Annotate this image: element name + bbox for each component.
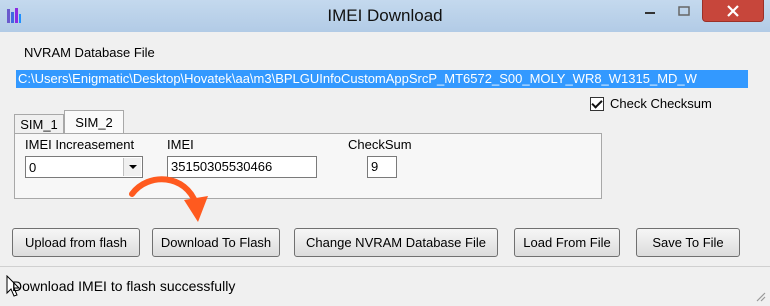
title-bar[interactable]: IMEI Download [0,0,770,32]
sim-tab-panel: IMEI Increasement 0 IMEI 35150305530466 … [14,133,602,199]
minimize-button[interactable] [634,0,666,22]
checksum-input[interactable]: 9 [367,156,397,178]
imei-label: IMEI [167,137,194,152]
status-message: Download IMEI to flash successfully [12,278,236,294]
annotation-arrow-icon [129,176,208,222]
imei-increasement-value: 0 [29,160,37,175]
resize-grip-icon[interactable] [754,290,766,302]
check-checksum-checkbox[interactable] [590,96,604,111]
save-to-file-button[interactable]: Save To File [636,228,740,257]
checksum-label: CheckSum [348,137,412,152]
maximize-button[interactable] [668,0,700,22]
imei-increasement-label: IMEI Increasement [25,137,135,152]
close-icon [727,4,739,17]
load-from-file-button[interactable]: Load From File [514,228,620,257]
change-nvram-database-file-button[interactable]: Change NVRAM Database File [294,228,498,257]
tab-sim-1[interactable]: SIM_1 [14,114,64,134]
tab-sim-2[interactable]: SIM_2 [64,110,124,134]
maximize-icon [678,6,690,16]
check-checksum-option[interactable]: Check Checksum [590,96,712,111]
close-button[interactable] [702,0,764,22]
imei-download-window: IMEI Download NVRAM Database File C:\Use… [0,0,770,306]
status-bar: Download IMEI to flash successfully [0,266,770,306]
upload-from-flash-button[interactable]: Upload from flash [12,228,140,257]
imei-increasement-select[interactable]: 0 [25,156,143,178]
check-checksum-label: Check Checksum [610,96,712,111]
nvram-database-label: NVRAM Database File [24,45,155,60]
dialog-body: NVRAM Database File C:\Users\Enigmatic\D… [8,32,762,264]
nvram-path-field[interactable]: C:\Users\Enigmatic\Desktop\Hovatek\aa\m3… [16,70,748,88]
download-to-flash-button[interactable]: Download To Flash [152,228,280,257]
minimize-icon [645,12,655,14]
